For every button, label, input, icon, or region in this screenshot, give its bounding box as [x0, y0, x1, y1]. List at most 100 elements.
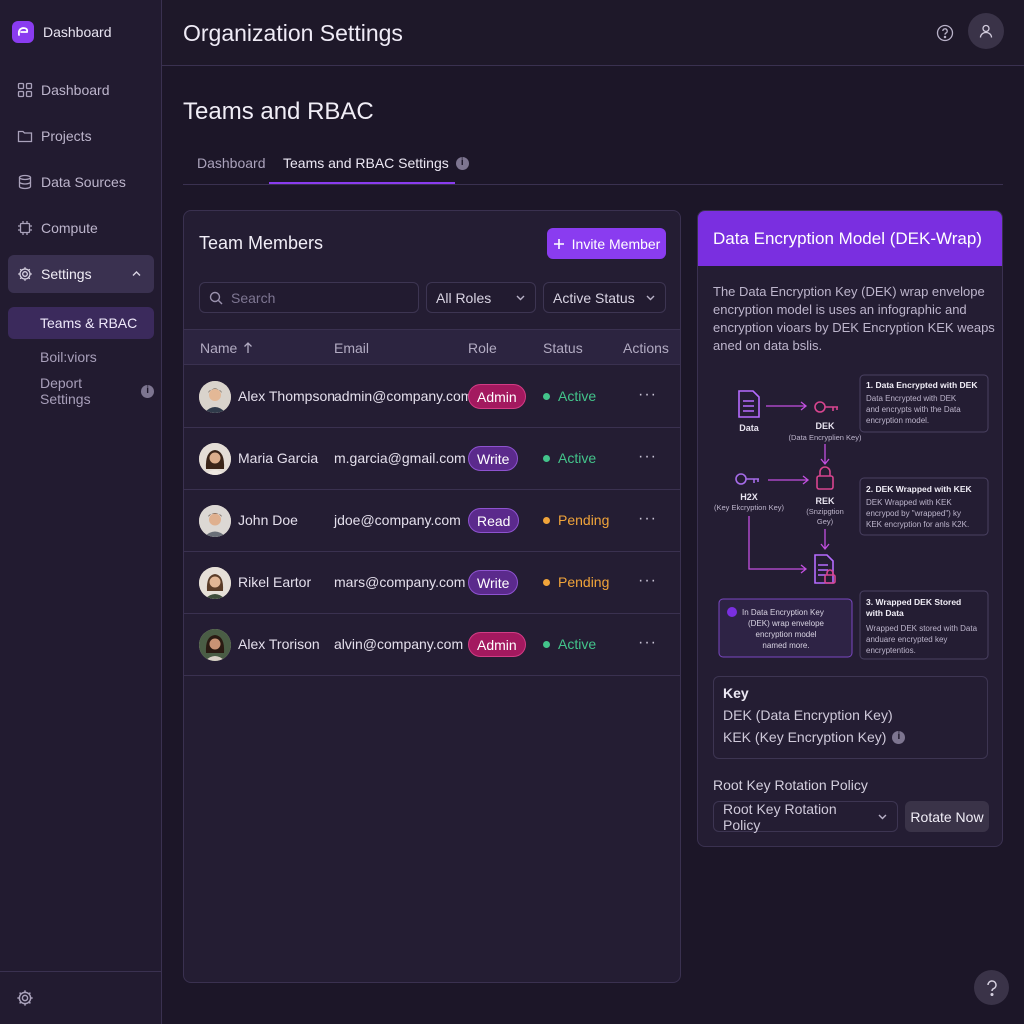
plus-icon	[553, 238, 564, 249]
team-members-panel: Team Members Invite Member Search All Ro…	[183, 210, 681, 983]
status-label: Pending	[558, 574, 610, 590]
dek-description: The Data Encryption Key (DEK) wrap envel…	[713, 284, 995, 353]
row-actions-menu-icon[interactable]: ···	[638, 448, 657, 466]
member-name: John Doe	[238, 512, 298, 528]
step-1-title: 1. Data Encrypted with DEK	[866, 380, 978, 390]
member-email: jdoe@company.com	[334, 512, 461, 528]
table-row[interactable]: Alex Trorison alvin@company.com Admin Ac…	[184, 614, 680, 676]
invite-member-label: Invite Member	[571, 235, 661, 252]
note-number-badge	[727, 607, 737, 617]
sidebar-item-compute[interactable]: Compute	[8, 209, 154, 247]
role-badge: Admin	[468, 632, 526, 657]
step-1-line: and encrypts with the Data	[866, 405, 961, 414]
sidebar-divider	[0, 971, 162, 972]
sidebar: Dashboard Dashboard Projects Data Source…	[0, 0, 162, 1024]
document-icon	[738, 390, 760, 418]
table-row[interactable]: John Doe jdoe@company.com Read Pending ·…	[184, 490, 680, 552]
key-kek-label: KEK (Key Encryption Key)	[723, 729, 887, 745]
sidebar-item-settings[interactable]: Settings	[8, 255, 154, 293]
status-indicator: Active	[543, 388, 596, 404]
step-3-line: encryptentios.	[866, 646, 916, 655]
arrow-kek-to-rek	[768, 475, 810, 485]
column-header-actions: Actions	[623, 340, 669, 356]
database-icon	[18, 174, 32, 190]
sidebar-subitem-label: Teams & RBAC	[40, 315, 138, 331]
info-icon[interactable]: i	[892, 730, 906, 744]
tab-dashboard[interactable]: Dashboard	[197, 155, 266, 171]
table-header: Name Email Role Status Actions	[184, 329, 680, 365]
key-dek: DEK (Data Encryption Key)	[723, 707, 893, 723]
avatar	[199, 567, 231, 599]
row-actions-menu-icon[interactable]: ···	[638, 386, 657, 404]
table-row[interactable]: Maria Garcia m.garcia@gmail.com Write Ac…	[184, 428, 680, 490]
roles-filter-select[interactable]: All Roles	[426, 282, 536, 313]
floating-help-button[interactable]	[974, 970, 1009, 1005]
avatar	[199, 381, 231, 413]
column-header-status[interactable]: Status	[543, 340, 583, 356]
rotation-policy-select[interactable]: Root Key Rotation Policy	[713, 801, 898, 833]
search-input[interactable]: Search	[199, 282, 419, 313]
brand[interactable]: Dashboard	[12, 21, 112, 43]
dek-label: DEK	[815, 421, 835, 431]
tab-label: Dashboard	[197, 155, 266, 171]
sidebar-item-label: Settings	[41, 266, 92, 282]
dek-panel-title: Data Encryption Model (DEK-Wrap)	[713, 229, 982, 248]
arrow-rek-down	[820, 529, 830, 551]
sidebar-item-data-sources[interactable]: Data Sources	[8, 163, 154, 201]
status-filter-select[interactable]: Active Status	[543, 282, 666, 313]
row-actions-menu-icon[interactable]: ···	[638, 572, 657, 590]
note-line: encryption model	[756, 630, 817, 639]
step-2-title: 2. DEK Wrapped with KEK	[866, 484, 972, 494]
chevron-down-icon	[646, 295, 655, 301]
settings-gear-icon[interactable]	[16, 989, 34, 1007]
status-dot	[543, 578, 550, 586]
status-indicator: Active	[543, 636, 596, 652]
user-avatar-button[interactable]	[968, 13, 1004, 49]
column-header-email[interactable]: Email	[334, 340, 369, 356]
arrow-dek-down	[820, 444, 830, 466]
step-3-title: 3. Wrapped DEK Stored	[866, 597, 961, 607]
row-actions-menu-icon[interactable]: ···	[638, 510, 657, 528]
tab-teams-rbac-settings[interactable]: Teams and RBAC Settings i	[283, 155, 469, 171]
status-dot	[543, 392, 550, 400]
step-3-line: anduare encrypted key	[866, 635, 947, 644]
status-indicator: Pending	[543, 512, 609, 528]
search-placeholder: Search	[231, 289, 276, 306]
sidebar-item-projects[interactable]: Projects	[8, 117, 154, 155]
note-line: (DEK) wrap envelope	[748, 619, 825, 628]
role-badge: Write	[468, 446, 519, 471]
column-header-role[interactable]: Role	[468, 340, 497, 356]
sidebar-item-label: Dashboard	[41, 82, 110, 98]
sidebar-item-label: Compute	[41, 220, 98, 236]
info-icon[interactable]: i	[141, 384, 154, 398]
row-actions-menu-icon[interactable]: ···	[638, 634, 657, 652]
avatar	[199, 505, 231, 537]
column-header-name[interactable]: Name	[200, 340, 253, 356]
sidebar-subitem-behaviors[interactable]: Boil:viors	[8, 341, 154, 373]
legend-key-box: Key DEK (Data Encryption Key) KEK (Key E…	[713, 676, 988, 759]
table-row[interactable]: Alex Thompson admin@company.com Admin Ac…	[184, 366, 680, 428]
status-label: Active	[558, 636, 597, 652]
invite-member-button[interactable]: Invite Member	[547, 228, 666, 259]
step-2-line: DEK Wrapped with KEK	[866, 498, 952, 507]
table-row[interactable]: Rikel Eartor mars@company.com Write Pend…	[184, 552, 680, 614]
member-email: admin@company.com	[334, 388, 473, 404]
column-header-label: Email	[334, 340, 370, 356]
info-icon[interactable]: i	[455, 156, 469, 170]
step-3-title: with Data	[865, 608, 904, 618]
rek-sublabel: Gey)	[817, 517, 834, 526]
status-dot	[543, 640, 550, 648]
sidebar-item-dashboard[interactable]: Dashboard	[8, 71, 154, 109]
key-kek: KEK (Key Encryption Key) i	[723, 729, 906, 745]
page-title: Teams and RBAC	[183, 98, 374, 125]
key-dek-label: DEK (Data Encryption Key)	[723, 707, 893, 723]
panel-title: Team Members	[199, 233, 324, 253]
rotate-now-button[interactable]: Rotate Now	[905, 801, 989, 832]
step-2-line: encrypod by "wrapped") ky	[866, 509, 961, 518]
header-title: Organization Settings	[183, 20, 403, 46]
help-icon[interactable]	[936, 24, 954, 42]
sidebar-subitem-teams-rbac[interactable]: Teams & RBAC	[8, 307, 154, 339]
sort-arrow-up-icon	[244, 342, 253, 353]
member-name: Maria Garcia	[238, 450, 319, 466]
sidebar-subitem-deport-settings[interactable]: Deport Settings i	[8, 375, 154, 407]
